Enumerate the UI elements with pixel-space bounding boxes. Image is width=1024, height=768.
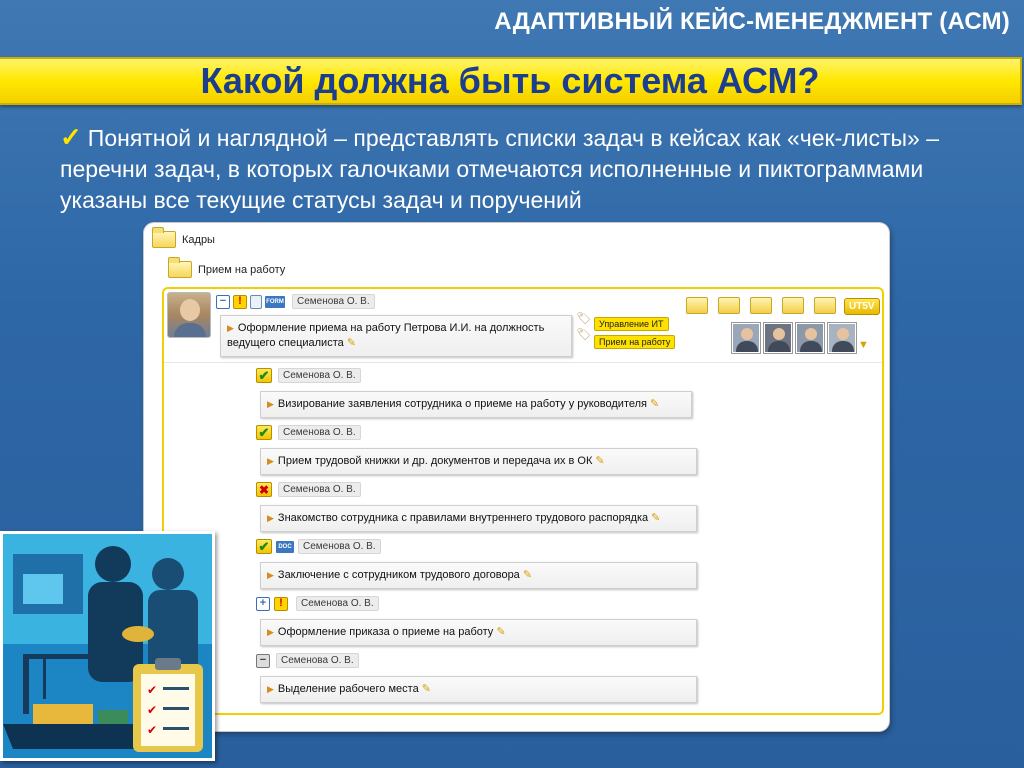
participant-avatar[interactable]: [732, 323, 760, 353]
task-text: Визирование заявления сотрудника о прием…: [277, 398, 647, 410]
folder-edit-icon[interactable]: [814, 297, 836, 314]
svg-text:✔: ✔: [147, 683, 157, 697]
arrow-icon: ▶: [267, 684, 274, 694]
business-illustration-art: ✔ ✔ ✔: [3, 534, 212, 758]
case-card: − ! FORM Семенова О. В. ▶ Оформление прие…: [162, 287, 884, 715]
arrow-icon: ▶: [227, 323, 234, 333]
avatar[interactable]: [167, 292, 211, 338]
case-status-icons: − ! FORM Семенова О. В.: [216, 294, 375, 309]
task-header: ✔ Семенова О. В.: [256, 368, 361, 383]
task-header: ✔ DOC Семенова О. В.: [256, 539, 381, 554]
assignee-tag[interactable]: Семенова О. В.: [292, 294, 375, 309]
assignee-tag[interactable]: Семенова О. В.: [298, 539, 381, 554]
svg-text:✔: ✔: [147, 703, 157, 717]
task-text: Оформление приказа о приеме на работу: [277, 626, 494, 638]
task-item[interactable]: ▶ Выделение рабочего места ✎: [260, 676, 697, 703]
assignee-tag[interactable]: Семенова О. В.: [278, 368, 361, 383]
assignee-tag[interactable]: Семенова О. В.: [278, 425, 361, 440]
task-header: ✔ Семенова О. В.: [256, 425, 361, 440]
pencil-icon[interactable]: ✎: [651, 512, 660, 524]
checkbox-checked-icon[interactable]: ✔: [256, 539, 272, 554]
task-header: + ! Семенова О. В.: [256, 596, 379, 611]
tree-item-label: Прием на работу: [198, 263, 286, 276]
folder-people-icon[interactable]: [686, 297, 708, 314]
pencil-icon[interactable]: ✎: [347, 337, 356, 349]
tag-label[interactable]: Прием на работу: [594, 335, 676, 349]
form-icon[interactable]: FORM: [265, 295, 285, 308]
pencil-icon[interactable]: ✎: [595, 455, 604, 467]
task-text: Заключение с сотрудником трудового догов…: [277, 569, 520, 581]
task-item[interactable]: ▶ Заключение с сотрудником трудового дого…: [260, 562, 697, 589]
tree-item-root[interactable]: Кадры: [152, 227, 215, 248]
case-title-box[interactable]: ▶ Оформление приема на работу Петрова И.И…: [220, 315, 572, 357]
task-item[interactable]: ▶ Оформление приказа о приеме на работу ✎: [260, 619, 697, 646]
participant-avatar[interactable]: [764, 323, 792, 353]
folder-warning-icon[interactable]: [718, 297, 740, 314]
arrow-icon: ▶: [267, 399, 274, 409]
tag-label[interactable]: Управление ИТ: [594, 317, 669, 331]
arrow-icon: ▶: [267, 513, 274, 523]
case-title: Оформление приема на работу Петрова И.И.…: [227, 322, 545, 349]
status-badge[interactable]: UT5V: [844, 298, 880, 315]
folder-chat-icon[interactable]: [750, 297, 772, 314]
task-item[interactable]: ▶ Прием трудовой книжки и др. документов …: [260, 448, 697, 475]
assignee-tag[interactable]: Семенова О. В.: [278, 482, 361, 497]
doc-icon[interactable]: DOC: [276, 540, 294, 553]
checkbox-checked-icon[interactable]: ✔: [256, 368, 272, 383]
checkbox-checked-icon[interactable]: ✔: [256, 425, 272, 440]
title-bar: Какой должна быть система АСМ?: [0, 57, 1022, 105]
plus-icon[interactable]: +: [256, 596, 270, 611]
bullet-body: Понятной и наглядной – представлять спис…: [60, 125, 940, 213]
task-header: ✖ Семенова О. В.: [256, 482, 361, 497]
arrow-icon: ▶: [267, 456, 274, 466]
bullet-text: ✓ Понятной и наглядной – представлять спи…: [60, 122, 990, 216]
tree-item-label: Кадры: [182, 233, 215, 246]
task-item[interactable]: ▶ Визирование заявления сотрудника о прие…: [260, 391, 692, 418]
svg-text:✔: ✔: [147, 723, 157, 737]
arrow-icon: ▶: [267, 570, 274, 580]
participant-avatar[interactable]: [828, 323, 856, 353]
assignee-tag[interactable]: Семенова О. В.: [296, 596, 379, 611]
warning-icon: !: [274, 596, 288, 611]
task-text: Выделение рабочего места: [277, 683, 419, 695]
assignee-tag[interactable]: Семенова О. В.: [276, 653, 359, 668]
folder-icon: [168, 257, 192, 278]
pencil-icon[interactable]: ✎: [496, 626, 505, 638]
tag-icon: 🏷: [576, 327, 592, 341]
pencil-icon[interactable]: ✎: [650, 398, 659, 410]
arrow-icon: ▶: [267, 627, 274, 637]
expand-participants-icon[interactable]: ▼: [858, 339, 869, 351]
business-illustration: ✔ ✔ ✔: [0, 531, 215, 761]
slide-header: АДАПТИВНЫЙ КЕЙС-МЕНЕДЖМЕНТ (АСМ): [494, 8, 1010, 35]
task-text: Прием трудовой книжки и др. документов и…: [277, 455, 593, 467]
task-text: Знакомство сотрудника с правилами внутре…: [277, 512, 649, 524]
tag-icon: 🏷: [576, 311, 592, 325]
minus-icon[interactable]: −: [216, 294, 230, 309]
warning-icon: !: [233, 294, 247, 309]
status-rejected-icon[interactable]: ✖: [256, 482, 272, 497]
minus-icon[interactable]: −: [256, 653, 270, 668]
case-panel: Кадры Прием на работу − ! FORM Семенова …: [144, 223, 889, 731]
slide-title: Какой должна быть система АСМ?: [200, 60, 820, 101]
folder-document-icon[interactable]: [782, 297, 804, 314]
check-icon: ✓: [60, 122, 82, 152]
pencil-icon[interactable]: ✎: [523, 569, 532, 581]
divider: [164, 362, 882, 363]
task-item[interactable]: ▶ Знакомство сотрудника с правилами внутр…: [260, 505, 697, 532]
task-header: − Семенова О. В.: [256, 653, 359, 668]
participant-avatar[interactable]: [796, 323, 824, 353]
pencil-icon[interactable]: ✎: [422, 683, 431, 695]
tree-item-child[interactable]: Прием на работу: [168, 257, 286, 278]
folder-icon: [152, 227, 176, 248]
document-icon[interactable]: [250, 294, 262, 309]
